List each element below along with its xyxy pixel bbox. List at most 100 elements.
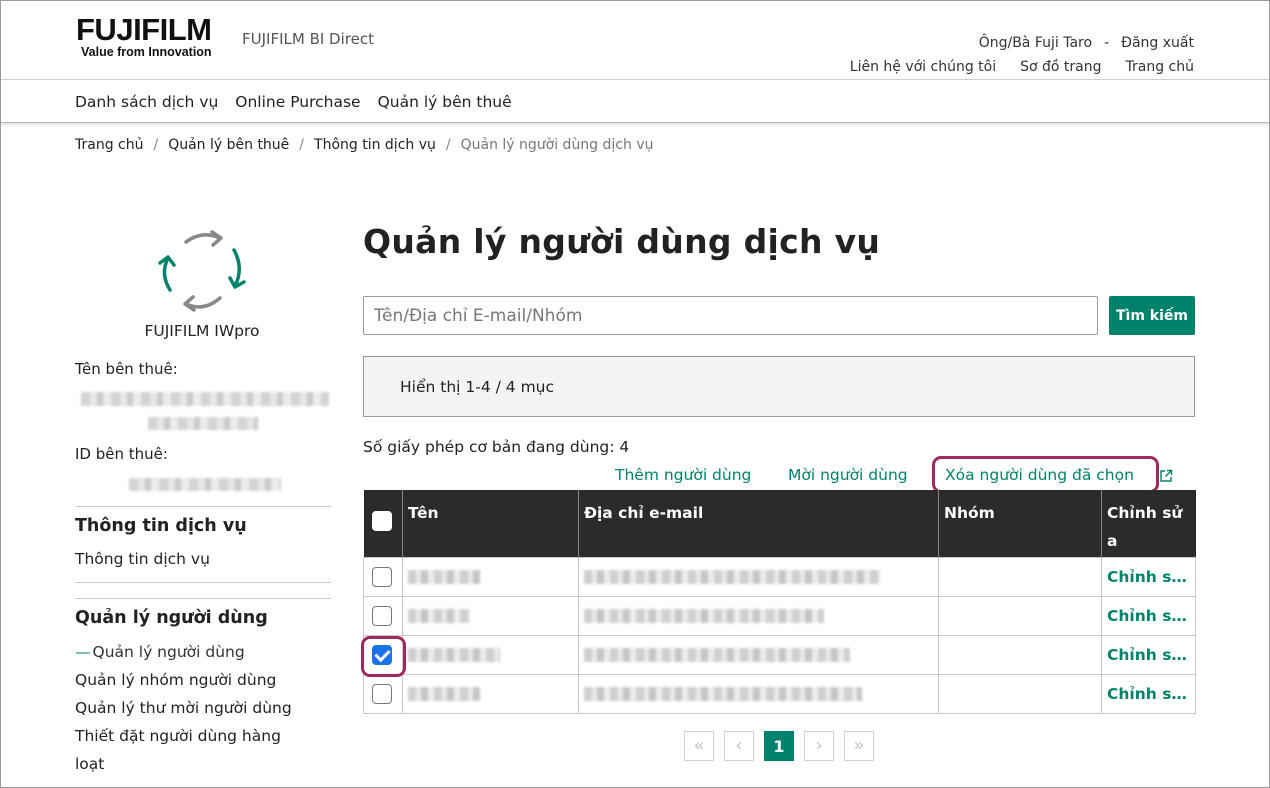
col-header-edit-line2: a: [1107, 532, 1118, 550]
row-checkbox[interactable]: [372, 566, 392, 587]
row-select-cell: [363, 673, 403, 714]
app-name: FUJIFILM IWpro: [144, 322, 260, 340]
sidebar-section-user-management: Quản lý người dùng: [75, 608, 268, 628]
pagination: « ‹ 1 › »: [684, 731, 874, 761]
logout-link[interactable]: Đăng xuất: [1121, 35, 1194, 51]
tenant-id-redacted: [129, 478, 281, 491]
email-cell: [578, 595, 939, 636]
group-cell: [938, 673, 1102, 714]
checkbox-highlight: [361, 636, 406, 677]
user-name: Ông/Bà Fuji Taro: [978, 35, 1093, 51]
user-separator: -: [1104, 35, 1110, 51]
table-row: Chỉnh sửa: [363, 556, 1196, 597]
header-links: Liên hệ với chúng tôi Sơ đồ trang Trang …: [850, 59, 1194, 75]
license-count: Số giấy phép cơ bản đang dùng: 4: [363, 438, 630, 456]
logo-tagline: Value from Innovation: [81, 45, 212, 59]
edit-link[interactable]: Chỉnh sửa: [1101, 634, 1196, 675]
group-cell: [938, 556, 1102, 597]
page-1-button[interactable]: 1: [764, 731, 794, 761]
main-nav: Danh sách dịch vụ Online Purchase Quản l…: [0, 81, 1270, 123]
recycle-arrows-icon: [158, 230, 246, 312]
home-link[interactable]: Trang chủ: [1126, 59, 1194, 75]
site-header: FUJIFILM Value from Innovation FUJIFILM …: [0, 0, 1270, 80]
result-count-text: Hiển thị 1-4 / 4 mục: [400, 378, 555, 396]
nav-item-tenant-management[interactable]: Quản lý bên thuê: [378, 93, 512, 111]
name-cell: [402, 556, 579, 597]
breadcrumb-separator: /: [445, 137, 451, 153]
name-cell: [402, 673, 579, 714]
email-redacted: [584, 687, 862, 701]
external-link-icon: [1160, 469, 1173, 482]
email-cell: [578, 556, 939, 597]
sitemap-link[interactable]: Sơ đồ trang: [1020, 59, 1101, 75]
breadcrumb: Trang chủ / Quản lý bên thuê / Thông tin…: [75, 137, 653, 153]
select-all-cell: [363, 490, 403, 557]
row-checkbox[interactable]: [372, 683, 392, 704]
tenant-name-redacted: [148, 417, 258, 430]
edit-link[interactable]: Chỉnh sửa: [1101, 595, 1196, 636]
prev-page-button[interactable]: ‹: [724, 731, 754, 761]
group-cell: [938, 595, 1102, 636]
row-select-cell: [363, 595, 403, 636]
col-header-edit-line1: Chỉnh sử: [1107, 504, 1183, 522]
email-redacted: [584, 570, 880, 584]
sidebar-divider: [75, 598, 331, 599]
result-count-box: Hiển thị 1-4 / 4 mục: [363, 356, 1195, 417]
tenant-id-label: ID bên thuê:: [75, 445, 168, 463]
breadcrumb-separator: /: [153, 137, 159, 153]
sidebar-item-service-info[interactable]: Thông tin dịch vụ: [75, 550, 210, 568]
breadcrumb-service-info[interactable]: Thông tin dịch vụ: [314, 137, 436, 153]
nav-item-service-list[interactable]: Danh sách dịch vụ: [75, 93, 218, 111]
name-redacted: [408, 687, 480, 701]
row-select-cell: [363, 556, 403, 597]
breadcrumb-tenant-management[interactable]: Quản lý bên thuê: [168, 137, 289, 153]
sidebar-item-bulk-user-settings[interactable]: Thiết đặt người dùng hàng: [75, 727, 281, 745]
brand-subtitle: FUJIFILM BI Direct: [242, 30, 374, 48]
name-redacted: [408, 570, 480, 584]
tenant-name-redacted: [81, 392, 329, 406]
add-user-link[interactable]: Thêm người dùng: [615, 466, 751, 484]
tenant-name-label: Tên bên thuê:: [75, 360, 178, 378]
logo-wordmark: FUJIFILM: [76, 12, 212, 47]
email-cell: [578, 673, 939, 714]
breadcrumb-current: Quản lý người dùng dịch vụ: [460, 137, 654, 153]
active-indicator: —: [75, 643, 91, 661]
name-cell: [402, 595, 579, 636]
page-title: Quản lý người dùng dịch vụ: [363, 222, 881, 261]
invite-user-link[interactable]: Mời người dùng: [788, 466, 908, 484]
col-header-group: Nhóm: [938, 490, 1102, 557]
edit-link[interactable]: Chỉnh sửa: [1101, 673, 1196, 714]
col-header-email: Địa chỉ e-mail: [578, 490, 939, 557]
table-header-row: Tên Địa chỉ e-mail Nhóm Chỉnh sử a: [363, 490, 1196, 557]
group-cell: [938, 634, 1102, 675]
row-checkbox[interactable]: [372, 605, 392, 626]
table-row: Chỉnh sửa: [363, 595, 1196, 636]
name-redacted: [408, 609, 470, 623]
email-cell: [578, 634, 939, 675]
select-all-checkbox[interactable]: [371, 511, 392, 531]
breadcrumb-separator: /: [299, 137, 305, 153]
col-header-name: Tên: [402, 490, 579, 557]
nav-item-online-purchase[interactable]: Online Purchase: [235, 93, 360, 111]
sidebar-section-service-info: Thông tin dịch vụ: [75, 516, 247, 536]
search-button[interactable]: Tìm kiếm: [1109, 296, 1195, 335]
users-table: Tên Địa chỉ e-mail Nhóm Chỉnh sử a Chỉnh …: [363, 490, 1196, 714]
edit-link[interactable]: Chỉnh sửa: [1101, 556, 1196, 597]
sidebar-item-bulk-user-settings-cont[interactable]: loạt: [75, 755, 104, 773]
fujifilm-logo[interactable]: FUJIFILM Value from Innovation: [76, 12, 212, 60]
sidebar-item-user-groups[interactable]: Quản lý nhóm người dùng: [75, 671, 276, 689]
breadcrumb-home[interactable]: Trang chủ: [75, 137, 143, 153]
next-page-button[interactable]: ›: [804, 731, 834, 761]
col-header-edit: Chỉnh sử a: [1101, 490, 1196, 557]
contact-link[interactable]: Liên hệ với chúng tôi: [850, 59, 996, 75]
first-page-button[interactable]: «: [684, 731, 714, 761]
table-row: Chỉnh sửa: [363, 673, 1196, 714]
sidebar-item-user-management[interactable]: — Quản lý người dùng: [75, 643, 245, 661]
sidebar-item-label: Quản lý người dùng: [92, 643, 245, 661]
user-menu: Ông/Bà Fuji Taro - Đăng xuất: [979, 35, 1194, 51]
last-page-button[interactable]: »: [844, 731, 874, 761]
sidebar-item-user-invitations[interactable]: Quản lý thư mời người dùng: [75, 699, 292, 717]
email-redacted: [584, 609, 824, 623]
search-input[interactable]: [363, 296, 1098, 335]
name-cell: [402, 634, 579, 675]
